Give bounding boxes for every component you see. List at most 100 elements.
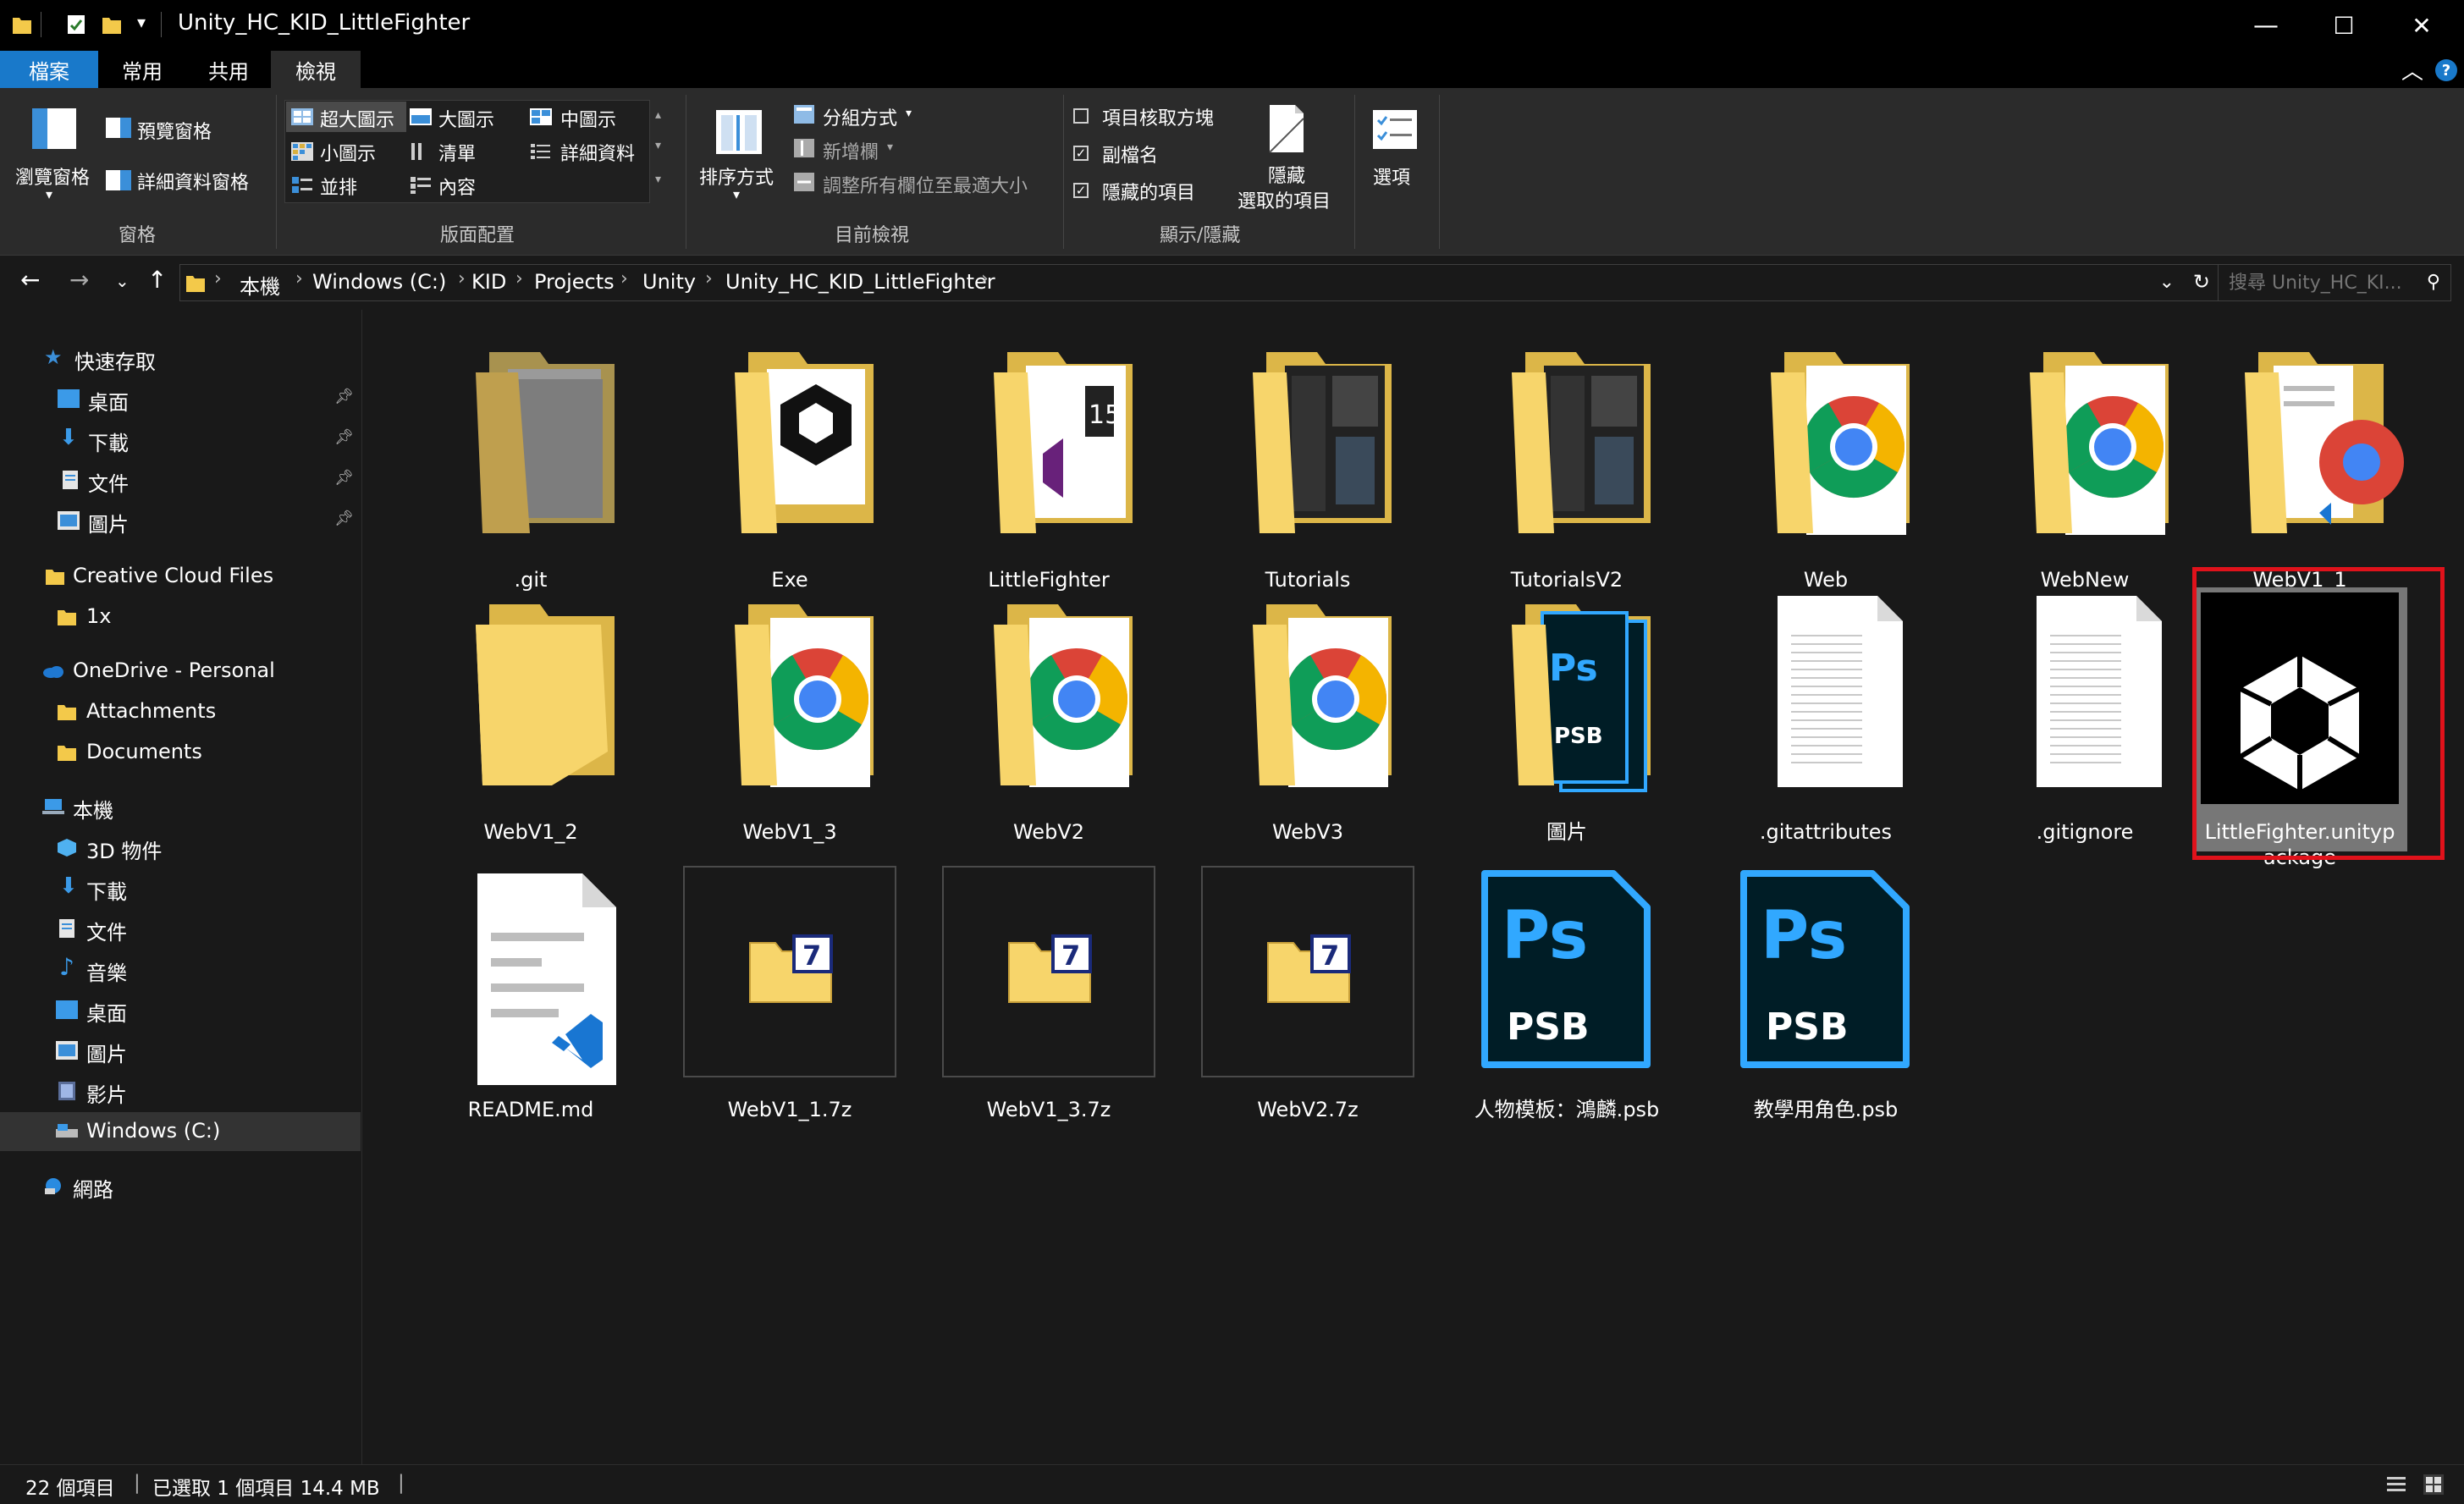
sort-by-icon[interactable] (714, 108, 763, 156)
layout-large[interactable]: 大圖示 (438, 105, 494, 132)
gallery-scroll-up-icon[interactable]: ▴ (655, 108, 661, 122)
file-item[interactable]: 7 WebV1_1.7z (682, 865, 897, 1129)
pin-icon[interactable]: 📌︎ (334, 469, 354, 487)
breadcrumb-kid[interactable]: KID (471, 270, 506, 294)
sidebar-item-attachments[interactable]: Attachments (0, 692, 361, 731)
details-pane-button[interactable]: 詳細資料窗格 (137, 168, 249, 195)
sidebar-item-3d-objects[interactable]: 3D 物件 (0, 828, 361, 867)
breadcrumb-separator[interactable]: › (295, 268, 303, 289)
breadcrumb-this-pc[interactable]: 本機 (240, 270, 280, 300)
hide-selected-label-1[interactable]: 隱藏 (1268, 161, 1305, 188)
sidebar-item-desktop-quick[interactable]: 桌面 📌︎ (0, 379, 361, 418)
hide-selected-label-2[interactable]: 選取的項目 (1238, 186, 1331, 213)
preview-pane-button[interactable]: 預覽窗格 (137, 117, 212, 144)
file-item[interactable]: WebV2 (941, 587, 1156, 851)
chevron-up-icon[interactable]: ︿ (2401, 54, 2423, 85)
chevron-down-icon[interactable]: ▾ (46, 186, 52, 202)
search-icon[interactable]: ⚲ (2427, 272, 2440, 293)
up-arrow-icon[interactable]: ↑ (147, 266, 167, 294)
file-item[interactable]: 7 WebV1_3.7z (941, 865, 1156, 1129)
pin-icon[interactable]: 📌︎ (334, 388, 354, 405)
file-item[interactable]: WebV1_3 (682, 587, 897, 851)
sidebar-item-network[interactable]: 網路 (0, 1166, 361, 1205)
breadcrumb-separator[interactable]: › (515, 268, 523, 289)
pin-icon[interactable]: 📌︎ (334, 428, 354, 446)
tab-view[interactable]: 檢視 (271, 51, 361, 88)
sidebar-item-desktop[interactable]: 桌面 (0, 990, 361, 1029)
file-item[interactable]: .git (423, 335, 638, 599)
file-extensions-checkbox[interactable]: ✓ (1073, 146, 1089, 161)
file-item[interactable]: Ps PSB 教學用角色.psb (1718, 865, 1933, 1129)
chevron-down-icon[interactable]: ▾ (887, 140, 893, 154)
sidebar-item-1x[interactable]: 1x (0, 598, 361, 636)
sidebar-item-documents-onedrive[interactable]: Documents (0, 733, 361, 772)
breadcrumb-current[interactable]: Unity_HC_KID_LittleFighter (725, 270, 995, 294)
search-input[interactable] (2229, 270, 2415, 295)
file-item[interactable]: Ps PSB 圖片 (1459, 587, 1674, 851)
hide-selected-icon[interactable] (1266, 103, 1307, 154)
file-item[interactable]: README.md (423, 865, 638, 1129)
group-by-button[interactable]: 分組方式 (823, 103, 897, 130)
options-button[interactable]: 選項 (1373, 163, 1410, 190)
file-item[interactable]: TutorialsV2 (1459, 335, 1674, 599)
gallery-more-icon[interactable]: ▾ (655, 173, 661, 186)
sidebar-item-videos[interactable]: 影片 (0, 1072, 361, 1110)
details-view-icon[interactable] (2385, 1474, 2407, 1496)
chevron-down-icon[interactable]: ▾ (906, 107, 912, 120)
pin-icon[interactable]: 📌︎ (334, 510, 354, 527)
navigation-pane-icon[interactable] (30, 107, 78, 151)
maximize-button[interactable]: ☐ (2307, 0, 2380, 51)
sidebar-item-pictures[interactable]: 圖片 (0, 1031, 361, 1070)
file-item[interactable]: Web (1718, 335, 1933, 599)
breadcrumb-separator[interactable]: › (458, 268, 466, 289)
layout-content[interactable]: 內容 (438, 173, 476, 200)
tab-share[interactable]: 共用 (186, 51, 271, 88)
breadcrumb-unity[interactable]: Unity (642, 270, 696, 294)
file-item[interactable]: 7 WebV2.7z (1200, 865, 1415, 1129)
new-folder-icon[interactable] (102, 14, 122, 36)
layout-details[interactable]: 詳細資料 (560, 139, 635, 166)
sidebar-item-documents-quick[interactable]: 文件 📌︎ (0, 460, 361, 499)
layout-tiles[interactable]: 並排 (320, 173, 357, 200)
breadcrumb-projects[interactable]: Projects (534, 270, 615, 294)
hidden-items-checkbox[interactable]: ✓ (1073, 183, 1089, 198)
breadcrumb-windows-c[interactable]: Windows (C:) (312, 270, 446, 294)
breadcrumb-separator[interactable]: › (214, 268, 222, 289)
search-box[interactable]: ⚲ (2218, 264, 2451, 301)
close-button[interactable]: ✕ (2385, 0, 2458, 51)
sidebar-item-creative-cloud[interactable]: Creative Cloud Files (0, 557, 361, 596)
gallery-scroll-down-icon[interactable]: ▾ (655, 139, 661, 152)
sidebar-item-downloads-quick[interactable]: ⬇ 下載 📌︎ (0, 420, 361, 459)
minimize-button[interactable]: — (2230, 0, 2302, 51)
sidebar-item-downloads[interactable]: ⬇ 下載 (0, 868, 361, 907)
forward-arrow-icon[interactable]: → (69, 266, 89, 294)
sidebar-item-documents[interactable]: 文件 (0, 909, 361, 948)
layout-list[interactable]: 清單 (438, 139, 476, 166)
help-icon[interactable]: ? (2435, 59, 2457, 81)
back-arrow-icon[interactable]: ← (20, 266, 40, 294)
address-bar[interactable]: › 本機 › Windows (C:) › KID › Projects › U… (179, 264, 2226, 301)
file-item[interactable]: 15 LittleFighter (941, 335, 1156, 599)
file-item[interactable]: Ps PSB 人物模板：鴻麟.psb (1459, 865, 1674, 1129)
sidebar-item-onedrive[interactable]: OneDrive - Personal (0, 652, 361, 691)
file-item[interactable]: WebV3 (1200, 587, 1415, 851)
breadcrumb-separator[interactable]: › (620, 268, 628, 289)
tab-home[interactable]: 常用 (98, 51, 186, 88)
address-dropdown-icon[interactable]: ⌄ (2159, 272, 2175, 293)
layout-medium[interactable]: 中圖示 (560, 105, 616, 132)
breadcrumb-separator[interactable]: › (981, 268, 989, 289)
item-checkboxes-checkbox[interactable] (1073, 108, 1089, 124)
sidebar-item-this-pc[interactable]: 本機 (0, 787, 361, 826)
recent-locations-icon[interactable]: ⌄ (115, 271, 130, 291)
chevron-down-icon[interactable]: ▾ (733, 186, 740, 202)
size-all-columns-button[interactable]: 調整所有欄位至最適大小 (823, 171, 1028, 198)
large-icons-view-icon[interactable] (2423, 1474, 2445, 1496)
qat-dropdown-icon[interactable]: ▾ (137, 12, 146, 32)
sidebar-item-music[interactable]: ♪ 音樂 (0, 950, 361, 989)
breadcrumb-separator[interactable]: › (705, 268, 713, 289)
file-item[interactable]: .gitattributes (1718, 587, 1933, 851)
add-columns-button[interactable]: 新增欄 (823, 137, 879, 164)
sidebar-item-quick-access[interactable]: ★ 快速存取 (0, 339, 361, 377)
sidebar-item-pictures-quick[interactable]: 圖片 📌︎ (0, 501, 361, 540)
tab-file[interactable]: 檔案 (0, 51, 98, 88)
